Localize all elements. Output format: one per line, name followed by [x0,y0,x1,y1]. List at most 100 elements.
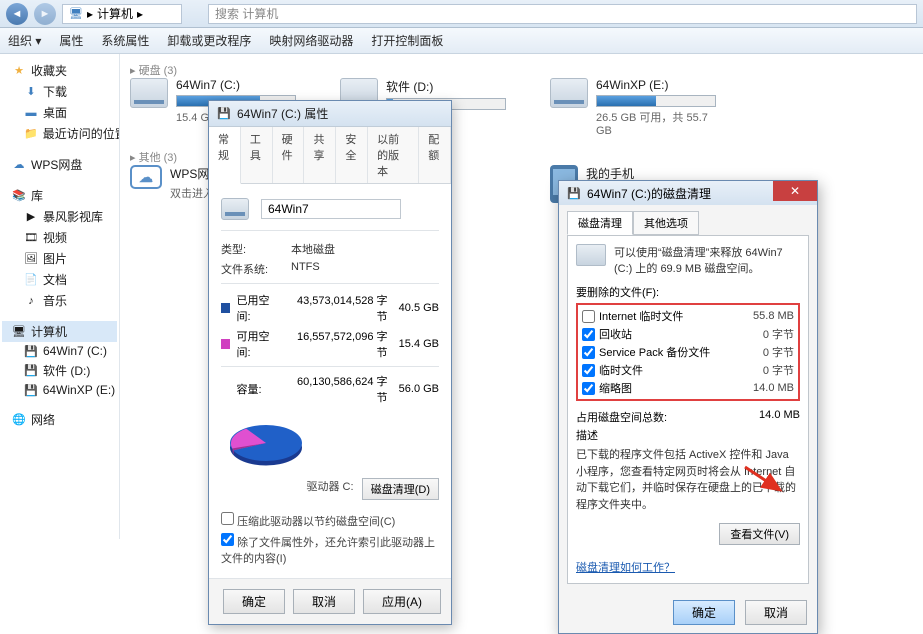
recent-icon: 📁 [24,127,38,141]
disk-cleanup-dialog: 💾 64Win7 (C:)的磁盘清理 ✕ 磁盘清理 其他选项 可以使用“磁盘清理… [558,180,818,634]
file-row-thumbs[interactable]: 缩略图14.0 MB [580,379,796,397]
cloud-icon: ☁ [12,158,26,172]
nav-recent[interactable]: 📁最近访问的位置 [2,123,117,144]
toolbar-properties[interactable]: 属性 [59,32,83,49]
desktop-icon: ▬ [24,106,38,120]
cancel-button[interactable]: 取消 [293,589,355,614]
view-files-button[interactable]: 查看文件(V) [719,523,800,545]
drive-name: 软件 (D:) [386,78,510,95]
cloud-icon: ☁ [130,165,162,189]
drive-usage-bar [596,95,716,107]
file-list: Internet 临时文件55.8 MB 回收站0 字节 Service Pac… [576,303,800,401]
tab-previous[interactable]: 以前的版本 [368,127,419,183]
total-label: 占用磁盘空间总数: [576,409,667,425]
fs-value: NTFS [291,261,320,277]
drive-icon: 💾 [24,364,38,378]
dialog-title: 64Win7 (C:)的磁盘清理 [587,185,711,202]
music-icon: ♪ [24,294,38,308]
cancel-button[interactable]: 取消 [745,600,807,625]
tab-general[interactable]: 常规 [209,127,241,184]
file-row-sp-backup[interactable]: Service Pack 备份文件0 字节 [580,343,796,361]
toolbar-system-properties[interactable]: 系统属性 [101,32,149,49]
tab-hardware[interactable]: 硬件 [273,127,305,183]
star-icon: ★ [12,64,26,78]
cap-bytes: 60,130,586,624 字节 [288,373,388,405]
address-sep: ▸ [137,7,143,21]
drive-icon [130,78,168,108]
file-checkbox[interactable] [582,310,595,323]
nav-wps[interactable]: ☁WPS网盘 [2,154,117,175]
file-checkbox[interactable] [582,328,595,341]
ok-button[interactable]: 确定 [223,589,285,614]
search-placeholder: 搜索 计算机 [215,5,278,22]
file-row-internet-temp[interactable]: Internet 临时文件55.8 MB [580,307,796,325]
close-button[interactable]: ✕ [773,181,817,201]
nav-lib-baofeng[interactable]: ▶暴风影视库 [2,206,117,227]
cap-gb: 56.0 GB [394,383,440,395]
nav-favorites[interactable]: ★收藏夹 [2,60,117,81]
computer-icon: 🖥 [12,325,26,339]
dialog-title: 64Win7 (C:) 属性 [237,105,328,122]
toolbar-uninstall[interactable]: 卸载或更改程序 [167,32,251,49]
library-icon: 📚 [12,189,26,203]
properties-dialog: 💾 64Win7 (C:) 属性 常规 工具 硬件 共享 安全 以前的版本 配额… [208,100,452,625]
nav-desktop[interactable]: ▬桌面 [2,102,117,123]
search-input[interactable]: 搜索 计算机 [208,4,917,24]
address-sep: ▸ [87,7,93,21]
file-checkbox[interactable] [582,364,595,377]
file-row-temp[interactable]: 临时文件0 字节 [580,361,796,379]
drive-icon [550,78,588,108]
nav-lib-documents[interactable]: 📄文档 [2,269,117,290]
nav-lib-video[interactable]: 🎞视频 [2,227,117,248]
apply-button[interactable]: 应用(A) [363,589,441,614]
nav-back-button[interactable]: ◄ [6,3,28,25]
nav-computer[interactable]: 🖥计算机 [2,321,117,342]
nav-drive-c[interactable]: 💾64Win7 (C:) [2,342,117,360]
nav-network[interactable]: 🌐网络 [2,409,117,430]
document-icon: 📄 [24,273,38,287]
drive-icon: 💾 [24,344,38,358]
drive-e[interactable]: 64WinXP (E:) 26.5 GB 可用，共 55.7 GB [550,78,720,137]
toolbar-map-drive[interactable]: 映射网络驱动器 [269,32,353,49]
used-label: 已用空间: [236,292,282,324]
file-row-recycle[interactable]: 回收站0 字节 [580,325,796,343]
file-checkbox[interactable] [582,382,595,395]
tab-security[interactable]: 安全 [336,127,368,183]
nav-forward-button[interactable]: ► [34,3,56,25]
file-checkbox[interactable] [582,346,595,359]
compress-checkbox[interactable]: 压缩此驱动器以节约磁盘空间(C) [221,510,439,531]
picture-icon: 🖼 [24,252,38,266]
tab-quota[interactable]: 配额 [419,127,451,183]
used-bytes: 43,573,014,528 字节 [288,292,388,324]
nav-lib-music[interactable]: ♪音乐 [2,290,117,311]
drive-name-input[interactable] [261,199,401,219]
tab-tools[interactable]: 工具 [241,127,273,183]
address-bar[interactable]: 🖥 ▸ 计算机 ▸ [62,4,182,24]
nav-drive-e[interactable]: 💾64WinXP (E:) [2,381,117,399]
tab-cleanup[interactable]: 磁盘清理 [567,211,633,235]
nav-downloads[interactable]: ⬇下载 [2,81,117,102]
desc-text: 已下载的程序文件包括 ActiveX 控件和 Java 小程序，您查看特定网页时… [576,447,800,513]
drive-name: 64Win7 (C:) [176,78,300,92]
disk-cleanup-button[interactable]: 磁盘清理(D) [362,478,439,500]
cap-label: 容量: [236,381,282,397]
type-label: 类型: [221,241,291,257]
help-link[interactable]: 磁盘清理如何工作？ [576,545,800,575]
window-titlebar: ◄ ► 🖥 ▸ 计算机 ▸ 搜索 计算机 [0,0,923,28]
drive-status: 26.5 GB 可用，共 55.7 GB [596,109,720,137]
address-text: 计算机 [97,5,133,22]
index-checkbox[interactable]: 除了文件属性外，还允许索引此驱动器上文件的内容(I) [221,531,439,568]
fs-label: 文件系统: [221,261,291,277]
dialog-titlebar[interactable]: 💾 64Win7 (C:) 属性 [209,101,451,127]
dialog-titlebar[interactable]: 💾 64Win7 (C:)的磁盘清理 ✕ [559,181,817,205]
computer-icon: 🖥 [69,7,83,21]
tab-other-options[interactable]: 其他选项 [633,211,699,235]
nav-drive-d[interactable]: 💾软件 (D:) [2,360,117,381]
nav-libraries[interactable]: 📚库 [2,185,117,206]
nav-lib-pictures[interactable]: 🖼图片 [2,248,117,269]
toolbar-control-panel[interactable]: 打开控制面板 [371,32,443,49]
tab-sharing[interactable]: 共享 [304,127,336,183]
drive-icon [576,244,606,266]
ok-button[interactable]: 确定 [673,600,735,625]
toolbar-organize[interactable]: 组织 ▾ [8,32,41,49]
